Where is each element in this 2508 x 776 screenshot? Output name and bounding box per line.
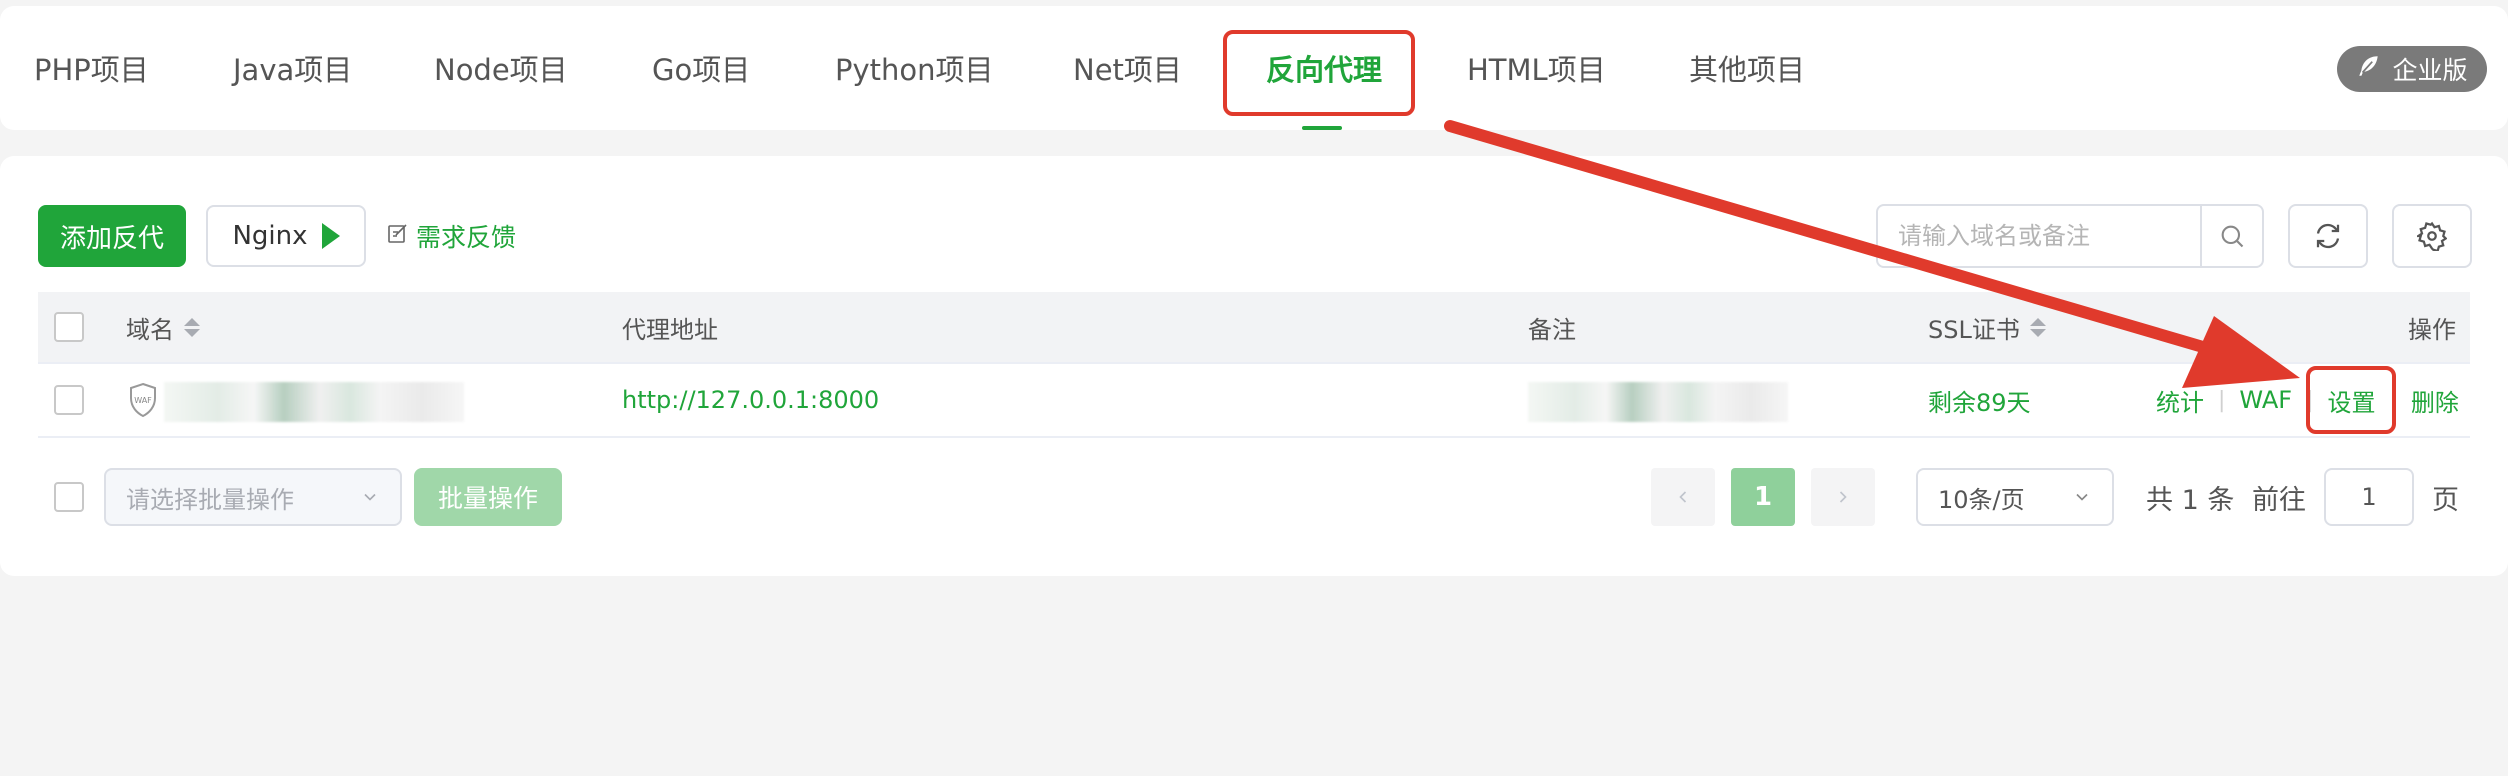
prev-page-button[interactable] xyxy=(1651,468,1715,526)
tab-node[interactable]: Node项目 xyxy=(434,6,568,130)
tab-reverse-proxy[interactable]: 反向代理 xyxy=(1266,6,1382,130)
domain-name-redacted[interactable] xyxy=(164,382,464,422)
tab-php[interactable]: PHP项目 xyxy=(34,6,149,130)
total-count: 共 1 条 xyxy=(2146,484,2235,516)
search-box xyxy=(1876,204,2264,268)
settings-action[interactable]: 设置 xyxy=(2327,383,2375,418)
column-header-domain[interactable]: 域名 xyxy=(126,292,200,362)
site-list-card: 添加反代 Nginx 需求反馈 域名 代理地址 备注 SSL证书 操 xyxy=(0,156,2508,576)
action-separator: | xyxy=(2306,387,2314,413)
refresh-button[interactable] xyxy=(2288,204,2368,268)
tab-html[interactable]: HTML项目 xyxy=(1467,6,1606,130)
svg-text:WAF: WAF xyxy=(134,396,152,405)
action-separator: | xyxy=(2389,387,2397,413)
enterprise-label: 企业版 xyxy=(2392,56,2468,85)
nginx-button[interactable]: Nginx xyxy=(206,205,366,267)
tab-net[interactable]: Net项目 xyxy=(1073,6,1182,130)
waf-action[interactable]: WAF xyxy=(2239,386,2292,414)
goto-label: 前往 xyxy=(2252,484,2306,516)
chevron-down-icon xyxy=(364,493,376,501)
settings-button[interactable] xyxy=(2392,204,2472,268)
page-suffix: 页 xyxy=(2432,484,2459,516)
tab-java[interactable]: Java项目 xyxy=(233,6,352,130)
ssl-header-label: SSL证书 xyxy=(1928,315,2020,344)
nginx-label: Nginx xyxy=(232,221,308,251)
add-reverse-proxy-button[interactable]: 添加反代 xyxy=(38,205,186,267)
select-all-checkbox[interactable] xyxy=(54,312,84,342)
bulk-action-button[interactable]: 批量操作 xyxy=(414,468,562,526)
column-header-actions: 操作 xyxy=(2408,315,2456,344)
active-tab-indicator xyxy=(1302,126,1342,130)
page-size-select[interactable]: 10条/页 xyxy=(1916,468,2114,526)
next-page-button[interactable] xyxy=(1811,468,1875,526)
enterprise-badge[interactable]: 企业版 xyxy=(2337,46,2487,92)
refresh-icon xyxy=(2316,223,2340,249)
stats-action[interactable]: 统计 xyxy=(2156,383,2204,418)
chevron-left-icon xyxy=(1679,491,1687,503)
waf-shield-icon: WAF xyxy=(128,364,158,436)
feather-icon xyxy=(2356,53,2382,85)
search-button[interactable] xyxy=(2200,206,2262,266)
bulk-action-placeholder: 请选择批量操作 xyxy=(126,485,294,514)
search-icon xyxy=(2221,225,2244,248)
column-header-note: 备注 xyxy=(1528,315,1576,344)
delete-action[interactable]: 删除 xyxy=(2411,383,2459,418)
bulk-select-all-checkbox[interactable] xyxy=(54,482,84,512)
table-header: 域名 代理地址 备注 SSL证书 操作 xyxy=(38,292,2470,362)
chevron-right-icon xyxy=(1839,491,1847,503)
sort-icon[interactable] xyxy=(2029,317,2046,337)
tab-go[interactable]: Go项目 xyxy=(652,6,750,130)
gear-icon xyxy=(2417,221,2447,251)
chevron-down-icon xyxy=(2076,493,2088,501)
ssl-remaining[interactable]: 剩余89天 xyxy=(1928,364,2031,436)
proxy-address-link[interactable]: http://127.0.0.1:8000 xyxy=(622,364,879,436)
feedback-label: 需求反馈 xyxy=(416,223,517,252)
page-size-value: 10条/页 xyxy=(1938,485,2025,514)
edit-icon xyxy=(386,221,410,251)
project-tab-bar: PHP项目 Java项目 Node项目 Go项目 Python项目 Net项目 … xyxy=(0,6,2508,130)
play-icon xyxy=(321,223,340,249)
feedback-link[interactable]: 需求反馈 xyxy=(386,205,516,267)
domain-header-label: 域名 xyxy=(126,315,174,344)
note-redacted xyxy=(1528,382,1788,422)
sort-icon[interactable] xyxy=(184,317,200,337)
column-header-ssl[interactable]: SSL证书 xyxy=(1928,292,2046,362)
bulk-action-select[interactable]: 请选择批量操作 xyxy=(104,468,402,526)
search-input[interactable] xyxy=(1878,206,2200,266)
current-page-button[interactable]: 1 xyxy=(1731,468,1795,526)
row-checkbox[interactable] xyxy=(54,385,84,415)
goto-page-input[interactable]: 1 xyxy=(2324,468,2414,526)
tab-other[interactable]: 其他项目 xyxy=(1689,6,1805,130)
tab-python[interactable]: Python项目 xyxy=(835,6,994,130)
column-header-proxy: 代理地址 xyxy=(622,315,718,344)
action-separator: | xyxy=(2218,387,2226,413)
table-row: WAF http://127.0.0.1:8000 剩余89天 统计 | WAF… xyxy=(38,362,2470,438)
